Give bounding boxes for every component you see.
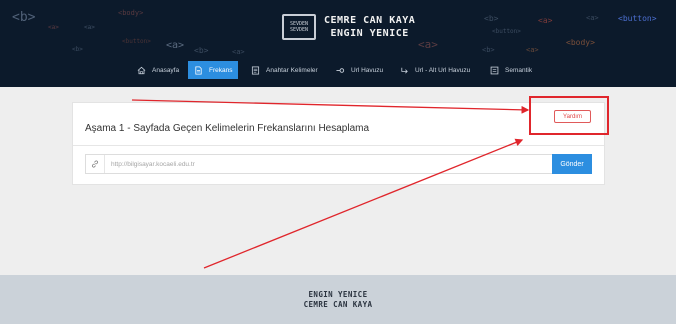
brand-logo: SEVDEN SEVDEN [282, 14, 316, 40]
list-icon [251, 65, 260, 75]
nav-item-url-havuzu[interactable]: Url Havuzu [330, 61, 389, 79]
code-deco: <button> [122, 38, 151, 45]
code-deco: <body> [566, 38, 595, 47]
code-deco: <a> [48, 24, 59, 31]
code-deco: <b> [482, 46, 495, 54]
brand-names: CEMRE CAN KAYA ENGIN YENICE [324, 14, 415, 40]
code-deco: <a> [418, 38, 438, 51]
code-deco: <a> [166, 40, 185, 51]
url-input[interactable] [105, 155, 552, 173]
link-icon [336, 67, 345, 73]
code-deco: <a> [232, 48, 245, 56]
annotation-highlight-box [529, 96, 609, 135]
url-link-icon [86, 155, 105, 173]
brand-name-line-2: ENGIN YENICE [330, 28, 409, 39]
nav-item-semantik[interactable]: Semantik [484, 61, 538, 79]
code-deco: <button> [618, 14, 657, 23]
footer-line-1: ENGIN YENICE [308, 289, 368, 299]
nav-item-anasayfa[interactable]: Anasayfa [131, 61, 185, 79]
nav-item-frekans[interactable]: Frekans [188, 61, 239, 79]
share-icon [401, 67, 408, 73]
code-deco: <b> [72, 46, 83, 53]
nav-item-label: Url - Alt Url Havuzu [415, 66, 471, 74]
code-deco: <b> [12, 10, 36, 25]
site-header: <b> <body> <a> <button> <a> <b> <a> <b> … [0, 0, 676, 87]
card-divider [73, 145, 604, 146]
card-title: Aşama 1 - Sayfada Geçen Kelimelerin Frek… [85, 123, 370, 134]
nav-item-url-alt-url-havuzu[interactable]: Url - Alt Url Havuzu [394, 61, 476, 79]
code-deco: <a> [586, 14, 599, 22]
nav-item-label: Anasayfa [152, 66, 180, 74]
grid-icon [490, 66, 499, 74]
footer-line-2: CEMRE CAN KAYA [303, 299, 373, 309]
url-input-group: Gönder [85, 154, 592, 174]
main-nav: Anasayfa Frekans Anahtar Kelimeler Url H… [0, 61, 676, 79]
nav-item-label: Url Havuzu [351, 66, 384, 74]
nav-item-anahtar-kelimeler[interactable]: Anahtar Kelimeler [245, 61, 324, 79]
brand-name-line-1: CEMRE CAN KAYA [324, 15, 416, 26]
document-icon [195, 65, 202, 75]
frequency-card: Aşama 1 - Sayfada Geçen Kelimelerin Frek… [72, 102, 605, 185]
site-footer: ENGIN YENICE CEMRE CAN KAYA [0, 275, 676, 324]
code-deco: <a> [538, 16, 553, 25]
code-deco: <a> [84, 24, 95, 31]
brand[interactable]: SEVDEN SEVDEN CEMRE CAN KAYA ENGIN YENIC… [282, 10, 415, 44]
nav-item-label: Anahtar Kelimeler [266, 66, 318, 74]
home-icon [137, 66, 146, 74]
nav-item-label: Frekans [209, 66, 233, 74]
code-deco: <a> [526, 46, 539, 54]
nav-item-label: Semantik [505, 66, 533, 74]
code-deco: <button> [492, 28, 521, 35]
code-deco: <b> [194, 46, 209, 55]
code-deco: <b> [484, 14, 499, 23]
send-button[interactable]: Gönder [552, 154, 592, 174]
code-deco: <body> [118, 9, 144, 17]
logo-text: SEVDEN SEVDEN [289, 21, 309, 33]
